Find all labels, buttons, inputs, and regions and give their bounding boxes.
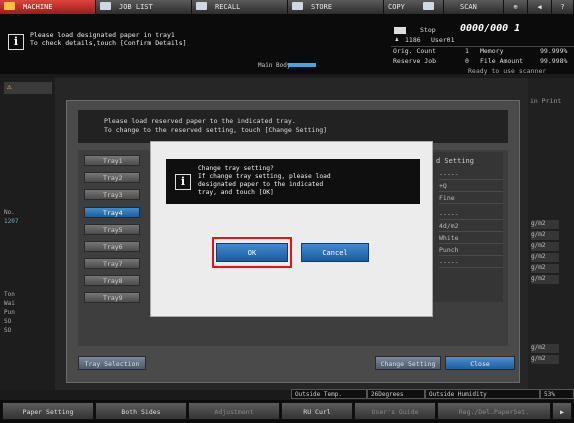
machine-icon bbox=[4, 2, 15, 10]
right-cell-2: g/m2 bbox=[531, 231, 559, 240]
store-icon bbox=[292, 2, 303, 10]
bottom-next-arrow-icon[interactable]: ▶ bbox=[552, 402, 572, 420]
bottom-tab-paper-setting[interactable]: Paper Setting bbox=[2, 402, 94, 420]
reserve-job-value: 0 bbox=[465, 57, 469, 65]
tab-recall[interactable]: RECALL bbox=[192, 0, 288, 14]
left-item-2: Wai bbox=[4, 300, 15, 307]
tab-copy[interactable]: COPY bbox=[384, 0, 444, 14]
modal-line2: If change tray setting, please load bbox=[198, 173, 331, 180]
orig-count-label: Orig. Count bbox=[393, 47, 437, 55]
reserve-message-text: Please load reserved paper to the indica… bbox=[104, 117, 327, 135]
left-item-5: SO bbox=[4, 327, 12, 334]
stop-label: Stop bbox=[420, 26, 436, 34]
right-cell-5: g/m2 bbox=[531, 264, 559, 273]
file-amount-label: File Amount bbox=[480, 57, 524, 65]
outside-humidity-label: Outside Humidity bbox=[425, 389, 540, 399]
left-item-4: SO bbox=[4, 318, 12, 325]
memory-value: 99.999% bbox=[540, 47, 568, 55]
tab-machine[interactable]: MACHINE bbox=[0, 0, 96, 14]
header-message: Please load designated paper in tray1 To… bbox=[30, 31, 187, 47]
job-counter: 0000/000 1 bbox=[460, 23, 521, 34]
bottom-tab-adjustment: Adjustment bbox=[188, 402, 280, 420]
outside-temp-label: Outside Temp. bbox=[291, 389, 367, 399]
header-message-line2: To check details,touch [Confirm Details] bbox=[30, 39, 187, 47]
memory-label: Memory bbox=[480, 47, 504, 55]
reserve-message-line1: Please load reserved paper to the indica… bbox=[104, 117, 296, 125]
cancel-button[interactable]: Cancel bbox=[301, 243, 369, 262]
setting-row-1: ----- bbox=[439, 169, 503, 180]
outside-temp-value: 26Degrees bbox=[367, 389, 425, 399]
setting-row-5: 4d/m2 bbox=[439, 221, 503, 232]
right-cell-4: g/m2 bbox=[531, 253, 559, 262]
main-body-indicator bbox=[288, 63, 316, 67]
help-icon: ? bbox=[560, 3, 565, 11]
recall-icon bbox=[196, 2, 207, 10]
right-cell-3: g/m2 bbox=[531, 242, 559, 251]
user-name: User01 bbox=[431, 36, 455, 44]
tab-scan[interactable]: SCAN bbox=[444, 0, 504, 14]
no-label: No. bbox=[4, 209, 15, 216]
tray-button-9[interactable]: Tray9 bbox=[84, 292, 140, 303]
tab-volume[interactable]: ◀ bbox=[528, 0, 552, 14]
left-item-3: Pun bbox=[4, 309, 15, 316]
tray-button-1[interactable]: Tray1 bbox=[84, 155, 140, 166]
setting-row-8: ----- bbox=[439, 257, 503, 268]
tray-button-2[interactable]: Tray2 bbox=[84, 172, 140, 183]
person-icon: ♟ bbox=[395, 36, 399, 43]
bottom-tab-users-guide: User's Guide bbox=[354, 402, 436, 420]
right-cell-6: g/m2 bbox=[531, 275, 559, 284]
globe-icon: ⊕ bbox=[513, 3, 518, 11]
bottom-tab-ru-curl-adjustment[interactable]: RU Curl Adjustment bbox=[281, 402, 353, 420]
tray-button-6[interactable]: Tray6 bbox=[84, 241, 140, 252]
modal-info-icon: i bbox=[175, 174, 191, 190]
tab-job-list[interactable]: JOB LIST bbox=[96, 0, 192, 14]
speaker-icon: ◀ bbox=[537, 3, 542, 11]
outside-humidity-value: 53% bbox=[540, 389, 574, 399]
orig-count-value: 1 bbox=[465, 47, 469, 55]
setting-row-4: ----- bbox=[439, 209, 503, 220]
setting-header: d Setting bbox=[436, 157, 474, 165]
copies-count: 1186 bbox=[405, 36, 421, 44]
header-message-line1: Please load designated paper in tray1 bbox=[30, 31, 175, 39]
modal-message-text: Change tray setting? If change tray sett… bbox=[198, 165, 331, 197]
right-cell-8: g/m2 bbox=[531, 355, 559, 364]
info-icon: i bbox=[8, 34, 24, 50]
modal-line4: tray, and touch [OK] bbox=[198, 189, 274, 196]
reserve-job-label: Reserve Job bbox=[393, 57, 437, 65]
tab-store[interactable]: STORE bbox=[288, 0, 384, 14]
left-strip bbox=[0, 78, 55, 390]
print-label: in Print bbox=[530, 97, 562, 105]
file-amount-value: 99.998% bbox=[540, 57, 568, 65]
right-cell-7: g/m2 bbox=[531, 344, 559, 353]
close-button[interactable]: Close bbox=[445, 356, 515, 370]
tray-button-4[interactable]: Tray4 bbox=[84, 207, 140, 218]
tray-button-5[interactable]: Tray5 bbox=[84, 224, 140, 235]
stop-icon bbox=[394, 27, 406, 34]
no-value: 1207 bbox=[4, 218, 19, 225]
reserve-message-line2: To change to the reserved setting, touch… bbox=[104, 126, 328, 134]
bottom-tab-both-sides[interactable]: Both Sides bbox=[95, 402, 187, 420]
bottom-tab-reg-del-paper-set: Reg./Del.PaperSet. bbox=[437, 402, 551, 420]
setting-row-7: Punch bbox=[439, 245, 503, 256]
ready-status: Ready to use scanner bbox=[468, 67, 547, 75]
tab-network[interactable]: ⊕ bbox=[504, 0, 528, 14]
setting-row-3: Fine bbox=[439, 193, 503, 204]
setting-row-6: White bbox=[439, 233, 503, 244]
tray-selection-button[interactable]: Tray Selection bbox=[78, 356, 146, 370]
warning-icon[interactable]: ⚠ bbox=[4, 82, 52, 94]
modal-line1: Change tray setting? bbox=[198, 165, 274, 172]
job-list-icon bbox=[100, 2, 111, 10]
tab-help[interactable]: ? bbox=[552, 0, 574, 14]
tray-button-3[interactable]: Tray3 bbox=[84, 189, 140, 200]
tray-button-8[interactable]: Tray8 bbox=[84, 275, 140, 286]
right-cell-1: g/m2 bbox=[531, 220, 559, 229]
main-body-label: Main Body bbox=[258, 62, 291, 69]
left-item-1: Ton bbox=[4, 291, 15, 298]
change-setting-button[interactable]: Change Setting bbox=[375, 356, 441, 370]
tray-button-7[interactable]: Tray7 bbox=[84, 258, 140, 269]
ok-button[interactable]: OK bbox=[216, 243, 288, 262]
modal-line3: designated paper to the indicated bbox=[198, 181, 324, 188]
copy-icon bbox=[423, 2, 435, 10]
setting-row-2: +Q bbox=[439, 181, 503, 192]
